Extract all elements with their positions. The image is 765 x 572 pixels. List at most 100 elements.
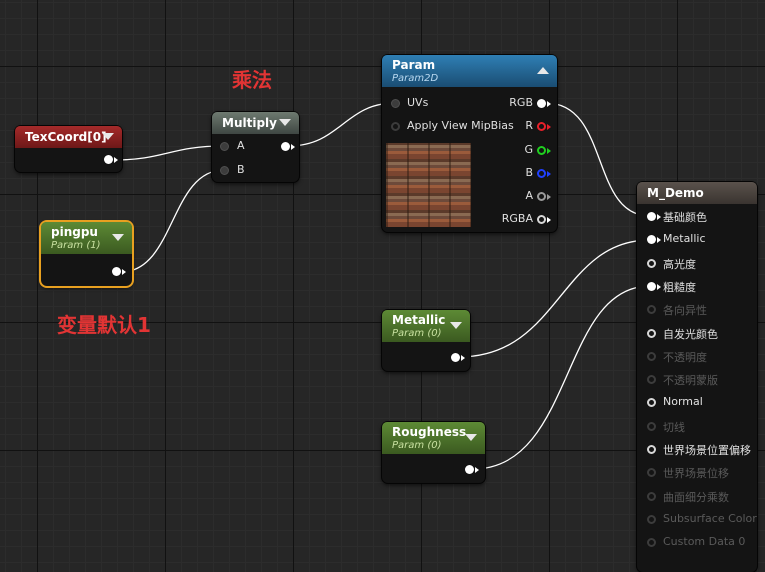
wire-multiply-to-uvs — [288, 102, 396, 147]
material-input-label: 自发光颜色 — [663, 327, 718, 341]
chevron-down-icon[interactable] — [102, 133, 114, 140]
material-input-label: Metallic — [663, 232, 706, 246]
material-header[interactable]: M_Demo — [637, 182, 757, 204]
metallic-node[interactable]: Metallic Param (0) — [382, 310, 470, 371]
material-input-pin[interactable] — [647, 212, 656, 221]
output-arrow-icon — [461, 355, 465, 361]
param-subtitle: Param2D — [392, 73, 439, 84]
material-input-label: 曲面细分乘数 — [663, 490, 729, 504]
roughness-node[interactable]: Roughness Param (0) — [382, 422, 485, 483]
roughness-header[interactable]: Roughness Param (0) — [382, 422, 485, 454]
pingpu-node[interactable]: pingpu Param (1) — [41, 222, 132, 286]
texcoord-title: TexCoord[0] — [25, 130, 107, 144]
texcoord-node[interactable]: TexCoord[0] — [15, 126, 122, 172]
multiply-caption: 乘法 — [232, 68, 272, 92]
param-output-pin-b[interactable] — [537, 169, 546, 178]
metallic-subtitle: Param (0) — [392, 328, 442, 339]
param-title: Param — [392, 58, 436, 72]
pingpu-header[interactable]: pingpu Param (1) — [41, 222, 132, 254]
multiply-header[interactable]: Multiply — [212, 112, 299, 134]
param-output-label-rgba: RGBA — [501, 212, 533, 225]
chevron-down-icon[interactable] — [279, 119, 291, 126]
param-input-label-mipbias: Apply View MipBias — [407, 119, 514, 132]
chevron-down-icon[interactable] — [450, 322, 462, 329]
roughness-subtitle: Param (0) — [392, 440, 442, 451]
input-arrow-icon — [657, 237, 661, 244]
param-output-pin-g[interactable] — [537, 146, 546, 155]
input-arrow-icon — [657, 283, 661, 290]
material-input-pin[interactable] — [647, 305, 656, 315]
material-input-pin[interactable] — [647, 258, 656, 268]
material-input-pin[interactable] — [647, 421, 656, 431]
param-texture-node[interactable]: Param Param2D UVs Apply View MipBias RGB… — [382, 55, 557, 232]
output-arrow-icon — [114, 157, 118, 163]
texcoord-header[interactable]: TexCoord[0] — [15, 126, 122, 148]
material-input-label: 世界场景位移 — [663, 467, 729, 481]
chevron-up-icon[interactable] — [537, 67, 549, 74]
material-input-pin[interactable] — [647, 491, 656, 501]
multiply-node[interactable]: Multiply A B — [212, 112, 299, 182]
multiply-output-pin[interactable] — [281, 142, 290, 151]
roughness-output-pin[interactable] — [465, 465, 474, 474]
param-output-pin-a[interactable] — [537, 192, 546, 201]
texture-preview-image — [386, 143, 471, 227]
output-arrow-icon — [547, 124, 551, 130]
material-input-label: Normal — [663, 395, 703, 409]
material-input-label: Custom Data 0 — [663, 535, 746, 549]
material-input-pin[interactable] — [647, 351, 656, 361]
param-output-label-g: G — [524, 143, 533, 156]
input-arrow-icon — [657, 214, 661, 220]
material-input-label: 切线 — [663, 420, 685, 434]
multiply-input-pin-a[interactable] — [220, 142, 229, 151]
chevron-down-icon[interactable] — [112, 234, 124, 241]
metallic-header[interactable]: Metallic Param (0) — [382, 310, 470, 342]
param-output-label-b: B — [525, 166, 533, 179]
param-output-label-a: A — [525, 189, 533, 202]
material-input-pin[interactable] — [647, 468, 656, 478]
output-arrow-icon — [547, 101, 551, 107]
material-input-pin[interactable] — [647, 538, 656, 548]
multiply-input-pin-b[interactable] — [220, 166, 229, 175]
material-input-pin[interactable] — [647, 514, 656, 524]
material-input-label: Subsurface Color — [663, 511, 757, 525]
material-result-node[interactable]: M_Demo 基础颜色 Metallic 高光度 粗糙度 各向异性 自发光颜色 不透明度 不透… — [637, 182, 757, 572]
texcoord-output-pin[interactable] — [104, 155, 113, 164]
multiply-input-label-b: B — [237, 163, 245, 176]
param-output-pin-rgba[interactable] — [537, 215, 546, 224]
param-input-pin-uvs[interactable] — [391, 99, 400, 108]
output-arrow-icon — [122, 269, 126, 275]
param-header[interactable]: Param Param2D — [382, 55, 557, 87]
output-arrow-icon — [547, 217, 551, 223]
wire-texcoord-to-multiply-a — [112, 145, 225, 161]
param-output-pin-r[interactable] — [537, 122, 546, 131]
wire-metallic-to-metallic — [458, 239, 651, 358]
material-input-label: 粗糙度 — [663, 280, 696, 294]
pingpu-subtitle: Param (1) — [51, 240, 101, 251]
pingpu-output-pin[interactable] — [112, 267, 121, 276]
material-input-label: 各向异性 — [663, 304, 707, 318]
output-arrow-icon — [547, 148, 551, 154]
roughness-title: Roughness — [392, 425, 467, 439]
output-arrow-icon — [547, 171, 551, 177]
metallic-output-pin[interactable] — [451, 353, 460, 362]
param-input-pin-mipbias[interactable] — [391, 122, 400, 131]
material-input-label: 不透明度 — [663, 350, 707, 364]
wire-pingpu-to-multiply-b — [120, 169, 225, 273]
material-input-label: 基础颜色 — [663, 211, 707, 224]
material-input-pin[interactable] — [647, 328, 656, 338]
material-input-pin[interactable] — [647, 398, 656, 408]
param-output-pin-rgb[interactable] — [537, 99, 546, 108]
param-output-label-r: R — [525, 119, 533, 132]
chevron-down-icon[interactable] — [465, 434, 477, 441]
wire-roughness-to-roughness — [472, 285, 651, 470]
material-input-pin[interactable] — [647, 235, 656, 245]
output-arrow-icon — [475, 467, 479, 473]
material-input-pin[interactable] — [647, 281, 656, 291]
material-input-pin[interactable] — [647, 445, 656, 454]
param-output-label-rgb: RGB — [509, 96, 533, 109]
multiply-title: Multiply — [222, 116, 277, 130]
material-input-label: 不透明蒙版 — [663, 374, 718, 388]
param-input-label-uvs: UVs — [407, 96, 429, 109]
output-arrow-icon — [547, 194, 551, 200]
material-input-pin[interactable] — [647, 375, 656, 385]
